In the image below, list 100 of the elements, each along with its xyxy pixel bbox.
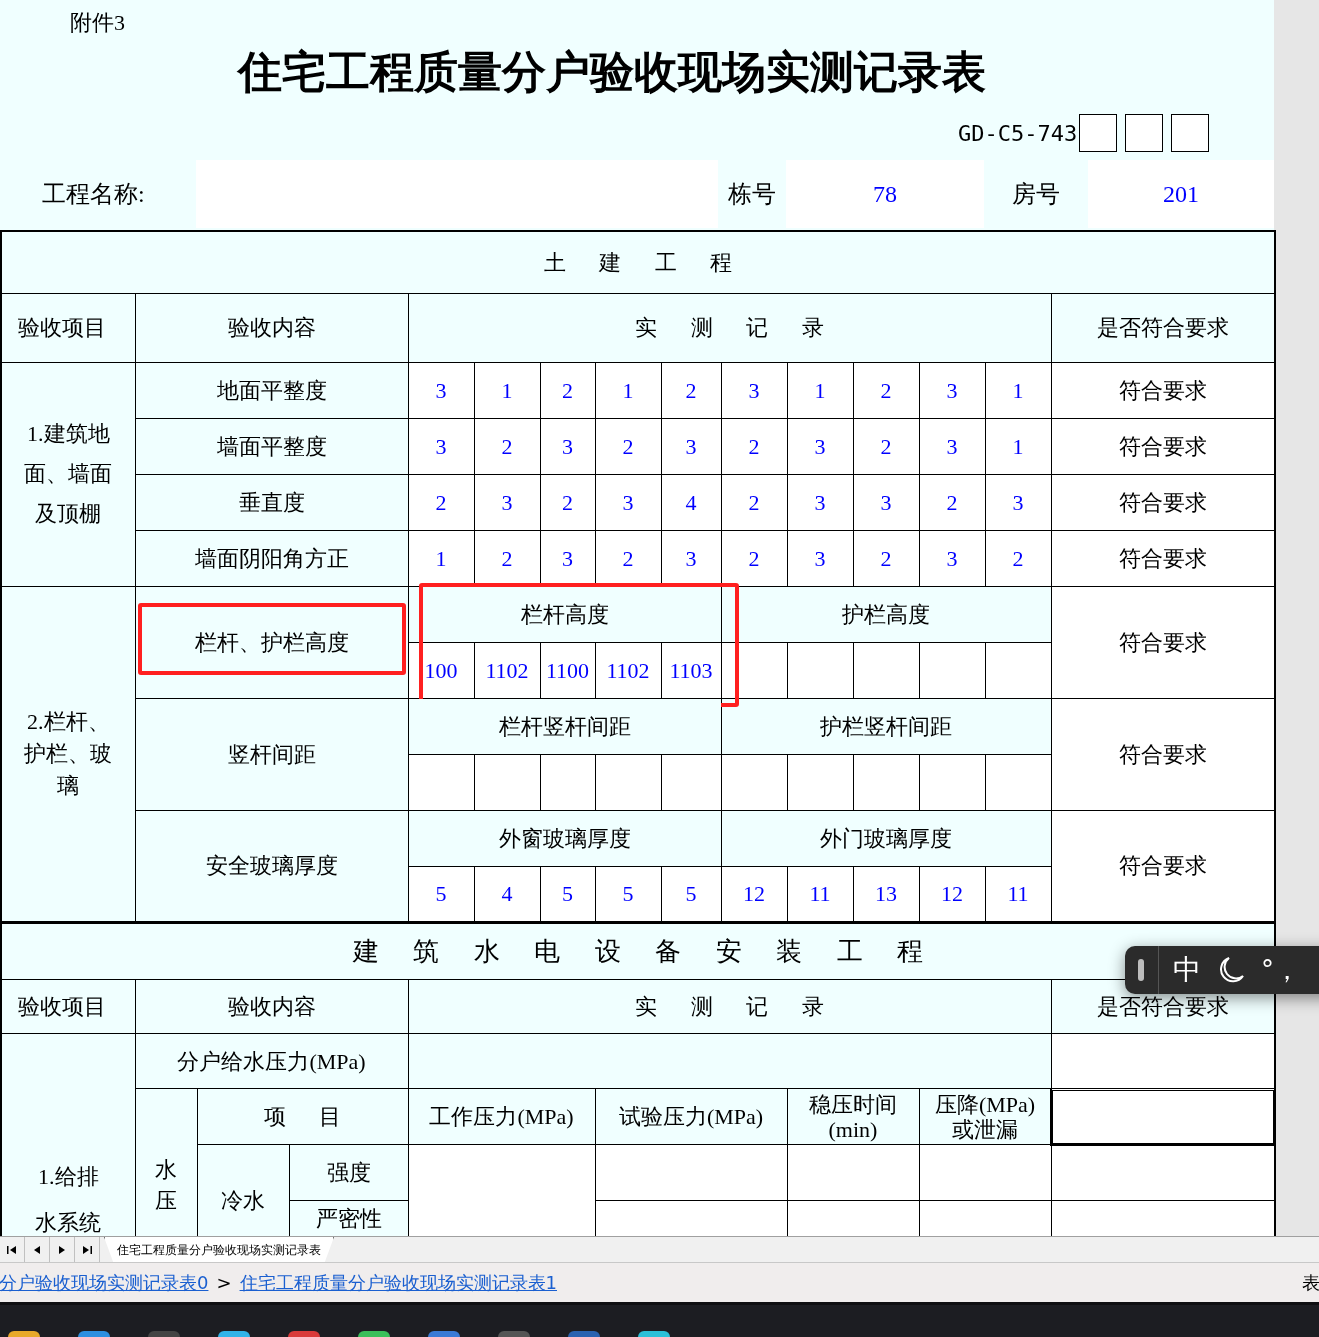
table-cell: 2 (853, 362, 919, 418)
table-cell: 墙面平整度 (135, 418, 408, 474)
table-cell (787, 642, 853, 698)
table-cell: 符合要求 (1051, 698, 1276, 810)
table-cell: 项 目 (197, 1088, 408, 1145)
table-cell: 5 (540, 866, 595, 922)
sub-header: 栏杆竖杆间距 (498, 713, 631, 739)
table-cell: 2 (595, 418, 661, 474)
table-cell (985, 642, 1051, 698)
sub-header: 外窗玻璃厚度 (498, 825, 631, 851)
table-cell: 1.给排水系统 (1, 1033, 135, 1236)
table-cell: 1 (595, 362, 661, 418)
table-cell: 3 (919, 530, 985, 586)
table-cell: 3 (474, 474, 540, 530)
column-header: 验收内容 (135, 293, 408, 362)
code-box (1079, 114, 1118, 152)
table-cell: 水压 (135, 1088, 197, 1236)
table-cell: 墙面阴阳角方正 (135, 530, 408, 586)
table-cell: 12 (721, 866, 787, 922)
table-cell: 3 (408, 362, 474, 418)
table-cell: 分户给水压力(MPa) (135, 1033, 408, 1089)
table-cell: 3 (985, 474, 1051, 530)
table-cell: 严密性 (289, 1200, 408, 1236)
table-cell: 1.建筑地面、墙面及顶棚 (1, 362, 135, 586)
table-cell: 11 (787, 866, 853, 922)
table-cell: 3 (661, 530, 721, 586)
app-icon[interactable] (8, 1331, 40, 1337)
table-cell: 3 (661, 418, 721, 474)
table-cell: 13 (853, 866, 919, 922)
table-cell (919, 754, 985, 810)
table-cell: 符合要求 (1051, 474, 1276, 530)
table-cell: 2 (474, 530, 540, 586)
table-cell (721, 754, 787, 810)
attachment-label: 附件3 (70, 10, 125, 35)
table-cell: 2 (721, 474, 787, 530)
table-cell: 符合要求 (1051, 586, 1276, 698)
column-header: 验收内容 (135, 979, 408, 1034)
table-cell: 12 (919, 866, 985, 922)
breadcrumb-link[interactable]: 分户验收现场实测记录表0 (0, 1269, 209, 1296)
building-label: 栋号 (728, 180, 776, 209)
table-cell: 2 (721, 530, 787, 586)
column-header: 试验压力(MPa) (595, 1088, 787, 1145)
table-cell: 3 (540, 418, 595, 474)
table-cell: 2 (474, 418, 540, 474)
table-cell: 3 (721, 362, 787, 418)
table-cell: 2 (661, 362, 721, 418)
table-cell: 符合要求 (1051, 362, 1276, 418)
table-cell: 2 (853, 530, 919, 586)
breadcrumb-separator: > (216, 1271, 232, 1295)
table-cell: 4 (661, 474, 721, 530)
column-header: 验收项目 (1, 293, 135, 362)
content-label: 栏杆、护栏高度 (194, 629, 349, 655)
table-cell: 3 (853, 474, 919, 530)
table-cell: 2 (721, 418, 787, 474)
table-cell: 3 (787, 530, 853, 586)
column-header: 验收项目 (1, 979, 135, 1034)
moon-icon[interactable] (1219, 956, 1245, 984)
app-icon[interactable] (428, 1331, 460, 1337)
grip-handle[interactable] (1138, 959, 1144, 981)
table-cell: 护栏竖杆间距 (721, 698, 1051, 754)
sheet-tab[interactable]: 住宅工程质量分户验收现场实测记录表 (104, 1237, 334, 1262)
table-cell: 2 (853, 418, 919, 474)
triangle-left-icon (7, 1244, 17, 1255)
table-cell: 1 (985, 418, 1051, 474)
breadcrumb-link[interactable]: 住宅工程质量分户验收现场实测记录表1 (239, 1269, 557, 1296)
table-cell: 5 (595, 866, 661, 922)
column-header: 稳压时间(min) (787, 1088, 919, 1145)
app-icon[interactable] (288, 1331, 320, 1337)
table-cell (787, 754, 853, 810)
table-cell: 2 (985, 530, 1051, 586)
app-icon[interactable] (218, 1331, 250, 1337)
table-cell: 5 (661, 866, 721, 922)
triangle-right-icon (82, 1244, 92, 1255)
table-cell: 强度 (289, 1144, 408, 1201)
table-cell: 2 (540, 362, 595, 418)
table-cell: 外门玻璃厚度 (721, 810, 1051, 866)
column-header: 工作压力(MPa) (408, 1088, 595, 1145)
app-icon[interactable] (638, 1331, 670, 1337)
table-cell: 3 (787, 418, 853, 474)
table-cell (919, 642, 985, 698)
column-header: 是否符合要求 (1051, 293, 1276, 362)
table-cell: 3 (919, 418, 985, 474)
code-box (1125, 114, 1164, 152)
table-cell: 2 (540, 474, 595, 530)
table-cell (985, 754, 1051, 810)
table-cell: 2 (595, 530, 661, 586)
column-header: 压降(MPa)或泄漏 (919, 1088, 1051, 1145)
table-cell: 3 (787, 474, 853, 530)
table-cell (853, 642, 919, 698)
table-cell: 1102 (474, 642, 540, 698)
room-field: 201 (1088, 160, 1274, 228)
table-cell: 符合要求 (1051, 810, 1276, 922)
table-cell: 1 (787, 362, 853, 418)
status-text: 表 (1302, 1271, 1319, 1295)
app-icon[interactable] (78, 1331, 110, 1337)
room-label: 房号 (1012, 180, 1060, 209)
table-cell: 2 (919, 474, 985, 530)
table-cell: 1102 (595, 642, 661, 698)
app-icon[interactable] (358, 1331, 390, 1337)
table-cell: 3 (408, 418, 474, 474)
